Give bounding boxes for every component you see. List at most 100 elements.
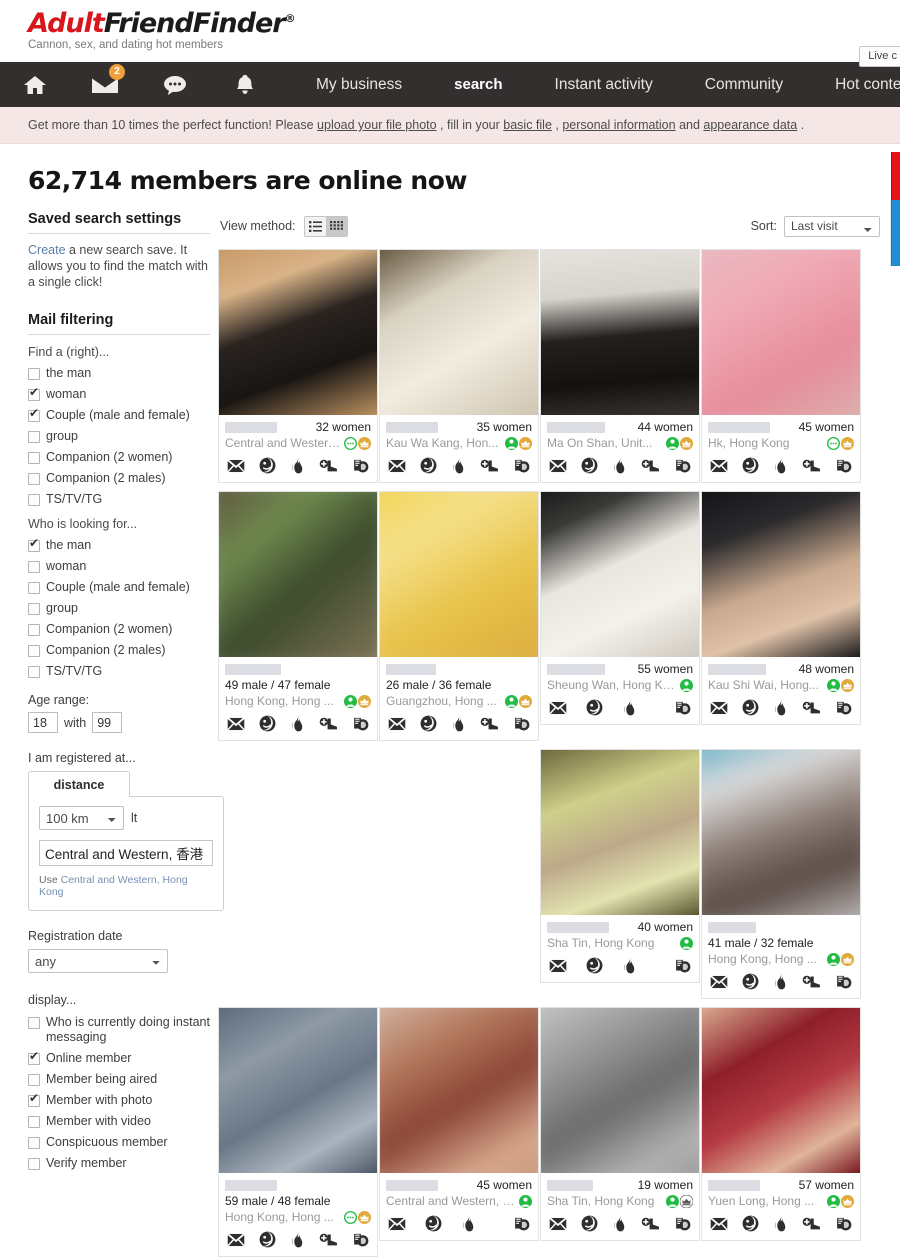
looking-option-row[interactable]: the man xyxy=(28,537,210,553)
send-gift-coins-button[interactable] xyxy=(835,458,852,473)
add-to-list-boot-button[interactable] xyxy=(319,1232,338,1247)
member-photo[interactable] xyxy=(219,1008,377,1173)
member-username-redacted[interactable] xyxy=(547,1179,593,1191)
member-photo[interactable] xyxy=(380,492,538,657)
send-mail-button[interactable] xyxy=(549,458,567,473)
sort-select[interactable]: Last visit xyxy=(784,215,880,237)
send-mail-button[interactable] xyxy=(710,700,728,715)
age-max-input[interactable] xyxy=(92,712,123,733)
send-gift-coins-button[interactable] xyxy=(352,716,369,731)
send-mail-button[interactable] xyxy=(388,1216,406,1231)
hotlist-flame-button[interactable] xyxy=(451,457,466,474)
display-option-row[interactable]: Verify member xyxy=(28,1156,210,1171)
nav-link-instant-activity[interactable]: Instant activity xyxy=(529,76,679,94)
send-gift-coins-button[interactable] xyxy=(835,1216,852,1231)
member-card[interactable]: 45 women Central and Western, Hon... xyxy=(379,1007,539,1241)
nav-link-hot-content[interactable]: Hot content xyxy=(809,76,900,94)
nav-link-my-business[interactable]: My business xyxy=(290,76,428,94)
send-wink-button[interactable] xyxy=(420,715,437,732)
member-card[interactable]: 41 male / 32 female Hong Kong, Hong ... xyxy=(701,749,861,999)
send-wink-button[interactable] xyxy=(742,1215,759,1232)
member-card[interactable]: 45 women Hk, Hong Kong xyxy=(701,249,861,483)
send-gift-coins-button[interactable] xyxy=(513,458,530,473)
send-mail-button[interactable] xyxy=(710,458,728,473)
send-gift-coins-button[interactable] xyxy=(835,974,852,989)
nav-home-button[interactable] xyxy=(0,74,70,96)
find-option-checkbox[interactable] xyxy=(28,431,40,443)
member-photo[interactable] xyxy=(219,492,377,657)
send-wink-button[interactable] xyxy=(259,457,276,474)
find-option-row[interactable]: the man xyxy=(28,366,210,381)
send-wink-button[interactable] xyxy=(742,699,759,716)
hotlist-flame-button[interactable] xyxy=(773,973,788,990)
side-tab-blue[interactable] xyxy=(891,200,900,266)
send-wink-button[interactable] xyxy=(742,973,759,990)
hotlist-flame-button[interactable] xyxy=(290,1231,305,1248)
send-wink-button[interactable] xyxy=(581,1215,598,1232)
tab-distance[interactable]: distance xyxy=(28,771,130,797)
hotlist-flame-button[interactable] xyxy=(290,715,305,732)
hotlist-flame-button[interactable] xyxy=(773,457,788,474)
add-to-list-boot-button[interactable] xyxy=(802,1216,821,1231)
find-option-row[interactable]: group xyxy=(28,429,210,444)
looking-option-row[interactable]: group xyxy=(28,601,210,616)
send-gift-coins-button[interactable] xyxy=(674,958,691,973)
display-option-row[interactable]: Online member xyxy=(28,1050,210,1066)
add-to-list-boot-button[interactable] xyxy=(480,716,499,731)
member-username-redacted[interactable] xyxy=(386,663,436,675)
send-mail-button[interactable] xyxy=(388,458,406,473)
promo-link-upload-photo[interactable]: upload your file photo xyxy=(317,118,437,132)
send-gift-coins-button[interactable] xyxy=(835,700,852,715)
send-mail-button[interactable] xyxy=(549,700,567,715)
add-to-list-boot-button[interactable] xyxy=(641,1216,660,1231)
member-username-redacted[interactable] xyxy=(708,1179,760,1191)
add-to-list-boot-button[interactable] xyxy=(802,458,821,473)
hotlist-flame-button[interactable] xyxy=(451,715,466,732)
send-mail-button[interactable] xyxy=(227,1232,245,1247)
looking-option-checkbox[interactable] xyxy=(28,537,40,552)
age-min-input[interactable] xyxy=(28,712,58,733)
member-photo[interactable] xyxy=(541,1008,699,1173)
send-mail-button[interactable] xyxy=(549,1216,567,1231)
nav-link-community[interactable]: Community xyxy=(679,76,809,94)
nav-notifications-button[interactable] xyxy=(210,74,280,96)
member-username-redacted[interactable] xyxy=(225,421,277,433)
send-wink-button[interactable] xyxy=(420,457,437,474)
add-to-list-boot-button[interactable] xyxy=(641,458,660,473)
add-to-list-boot-button[interactable] xyxy=(802,700,821,715)
member-username-redacted[interactable] xyxy=(386,1179,438,1191)
create-saved-search-link[interactable]: Create xyxy=(28,243,66,257)
looking-option-row[interactable]: Companion (2 males) xyxy=(28,643,210,658)
add-to-list-boot-button[interactable] xyxy=(319,716,338,731)
find-option-checkbox[interactable] xyxy=(28,407,40,422)
display-option-row[interactable]: Member with video xyxy=(28,1114,210,1129)
member-card[interactable]: 49 male / 47 female Hong Kong, Hong ... xyxy=(218,491,378,741)
display-option-checkbox[interactable] xyxy=(28,1116,40,1128)
member-username-redacted[interactable] xyxy=(708,663,766,675)
member-card[interactable]: 40 women Sha Tin, Hong Kong xyxy=(540,749,700,983)
send-wink-button[interactable] xyxy=(581,457,598,474)
send-wink-button[interactable] xyxy=(259,1231,276,1248)
add-to-list-boot-button[interactable] xyxy=(480,458,499,473)
member-card[interactable]: 19 women Sha Tin, Hong Kong xyxy=(540,1007,700,1241)
hotlist-flame-button[interactable] xyxy=(773,699,788,716)
nav-link-search[interactable]: search xyxy=(428,76,528,93)
hotlist-flame-button[interactable] xyxy=(612,1215,627,1232)
nav-mail-button[interactable]: 2 xyxy=(70,63,140,95)
display-option-checkbox[interactable] xyxy=(28,1074,40,1086)
looking-option-checkbox[interactable] xyxy=(28,582,40,594)
location-input[interactable] xyxy=(39,840,213,866)
display-option-checkbox[interactable] xyxy=(28,1137,40,1149)
looking-option-checkbox[interactable] xyxy=(28,603,40,615)
looking-option-checkbox[interactable] xyxy=(28,624,40,636)
send-gift-coins-button[interactable] xyxy=(674,700,691,715)
send-mail-button[interactable] xyxy=(227,716,245,731)
send-gift-coins-button[interactable] xyxy=(513,1216,530,1231)
member-username-redacted[interactable] xyxy=(225,663,281,675)
add-to-list-boot-button[interactable] xyxy=(802,974,821,989)
member-card[interactable]: 32 women Central and Western, Hon... xyxy=(218,249,378,483)
hotlist-flame-button[interactable] xyxy=(622,957,637,974)
send-wink-button[interactable] xyxy=(586,957,603,974)
location-suggestion-link[interactable]: Central and Western, Hong Kong xyxy=(39,874,188,898)
hotlist-flame-button[interactable] xyxy=(290,457,305,474)
